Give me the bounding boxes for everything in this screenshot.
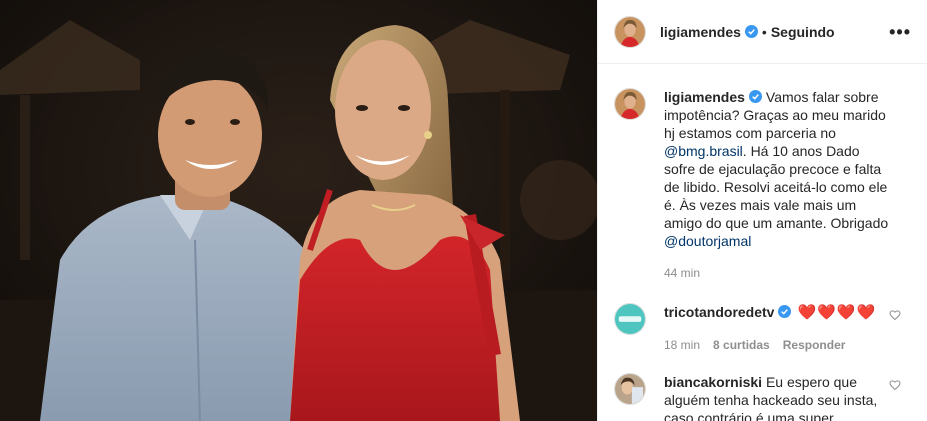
commenter-avatar-image [615,374,645,404]
mention-link-bmg[interactable]: @bmg.brasil [664,143,743,159]
post-header: ligiamendes • Seguindo ••• [598,0,927,64]
comment-body: tricotandoredetv ❤️❤️❤️❤️ 18 min 8 curtid… [664,303,911,354]
caption-comment: ligiamendes Vamos falar sobre impotência?… [614,88,911,282]
commenter-avatar-image [615,304,645,334]
post-side-panel: ligiamendes • Seguindo ••• ligiamendes V… [597,0,927,421]
caption-body: ligiamendes Vamos falar sobre impotência?… [664,88,911,282]
post-photo[interactable] [0,0,597,421]
reply-button[interactable]: Responder [783,336,846,354]
verified-badge-icon [744,25,758,38]
commenter-avatar[interactable] [614,373,646,405]
more-options-icon[interactable]: ••• [889,23,911,41]
heart-outline-icon[interactable] [889,379,901,391]
following-button[interactable]: Seguindo [771,24,835,40]
couple-photo-illustration [0,0,597,421]
commenter-username[interactable]: tricotandoredetv [664,304,774,320]
heart-outline-icon[interactable] [889,309,901,321]
comment-item: tricotandoredetv ❤️❤️❤️❤️ 18 min 8 curtid… [614,303,911,354]
caption-meta: 44 min [664,264,893,282]
instagram-post-view: ligiamendes • Seguindo ••• ligiamendes V… [0,0,927,421]
author-avatar[interactable] [614,15,646,48]
comment-meta: 18 min 8 curtidas Responder [664,336,893,354]
comment-timestamp[interactable]: 18 min [664,336,700,354]
comment-text: ❤️❤️❤️❤️ [797,304,877,321]
verified-badge-icon [778,305,792,318]
separator-dot: • [761,23,767,40]
caption-avatar[interactable] [614,88,646,120]
commenter-avatar[interactable] [614,303,646,335]
author-username[interactable]: ligiamendes [660,24,741,40]
comment-body: biancakorniski Eu espero que alguém tenh… [664,373,911,421]
commenter-username[interactable]: biancakorniski [664,374,762,390]
author-avatar-image [615,16,645,47]
caption-avatar-image [615,89,645,119]
verified-badge-icon [748,90,762,103]
caption-username[interactable]: ligiamendes [664,89,745,105]
comment-item: biancakorniski Eu espero que alguém tenh… [614,373,911,421]
comment-likes[interactable]: 8 curtidas [713,336,770,354]
comments-list: ligiamendes Vamos falar sobre impotência?… [598,64,927,421]
mention-link-doutorjamal[interactable]: @doutorjamal [664,233,751,249]
caption-timestamp[interactable]: 44 min [664,264,700,282]
